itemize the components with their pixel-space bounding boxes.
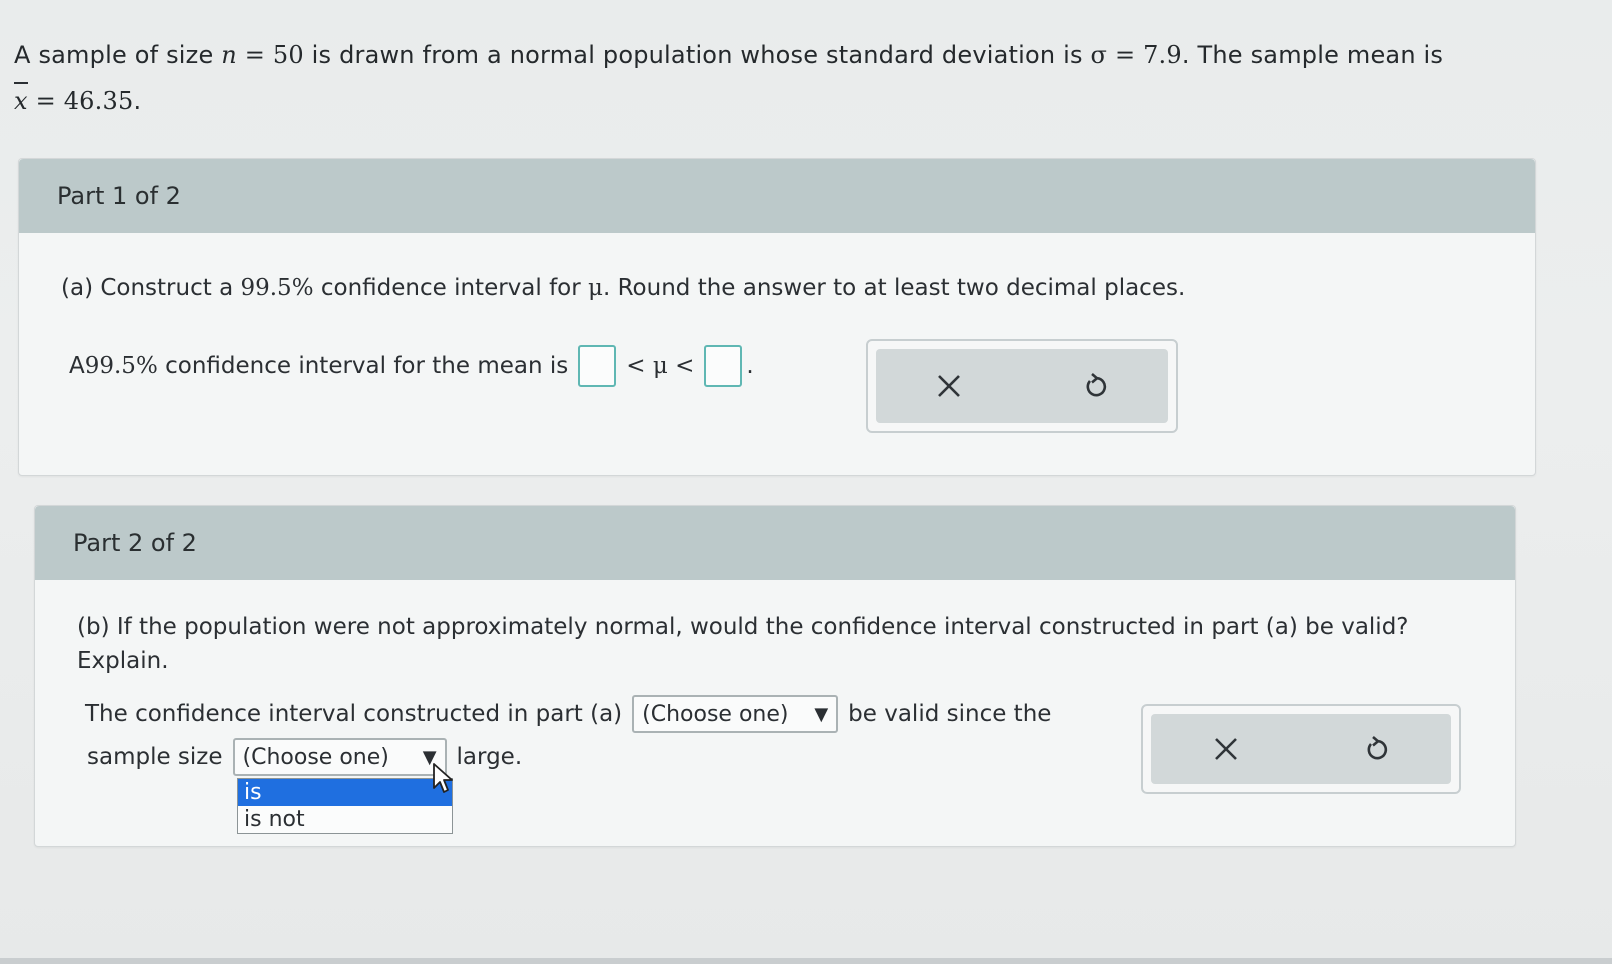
problem-text: is drawn from a normal population whose … <box>303 41 1091 69</box>
n-value: = 50 <box>236 41 304 69</box>
xbar-symbol: x <box>14 78 28 124</box>
xbar-value: = 46.35 <box>27 87 134 115</box>
lower-bound-input[interactable] <box>578 345 617 387</box>
mouse-pointer-icon <box>433 763 453 793</box>
answer-text: large. <box>456 744 523 770</box>
answer-text: A <box>69 353 85 379</box>
sample-size-select[interactable]: (Choose one) ▼ <box>232 738 447 776</box>
part-1-title: Part 1 of 2 <box>57 182 181 210</box>
chevron-down-icon: ▼ <box>814 703 829 725</box>
sample-size-dropdown-list: is is not <box>237 778 453 834</box>
answer-text: be valid since the <box>848 701 1052 727</box>
undo-icon <box>1086 373 1107 397</box>
part-2-action-bar <box>1151 714 1451 784</box>
clear-button[interactable] <box>1204 727 1248 771</box>
question-text: (b) If the population were not approxima… <box>77 614 1409 640</box>
problem-line-1: A sample of size n = 50 is drawn from a … <box>14 32 1574 78</box>
n-symbol: n <box>221 41 237 69</box>
close-icon <box>1215 738 1237 760</box>
problem-text: A sample of size <box>14 41 222 69</box>
select-value: (Choose one) <box>242 744 389 770</box>
dropdown-option-is[interactable]: is <box>238 779 452 806</box>
problem-statement: A sample of size n = 50 is drawn from a … <box>14 32 1574 124</box>
answer-text: confidence interval for the mean is <box>165 353 569 379</box>
sigma-symbol: σ <box>1090 41 1108 69</box>
problem-line-2: x = 46.35. <box>14 78 1574 124</box>
part-1-panel: Part 1 of 2 (a) Construct a 99.5% confid… <box>18 158 1536 476</box>
answer-text: sample size <box>87 744 223 770</box>
upper-bound-input[interactable] <box>704 345 743 387</box>
part-2-header: Part 2 of 2 <box>35 506 1515 580</box>
dropdown-option-is-not[interactable]: is not <box>238 806 452 833</box>
mu-symbol: μ <box>588 275 603 301</box>
part-1-answer-line: A 99.5% confidence interval for the mean… <box>69 343 754 389</box>
question-text: Explain. <box>77 648 169 674</box>
problem-text: . The sample mean is <box>1181 41 1444 69</box>
select-value: (Choose one) <box>642 701 789 727</box>
part-2-question: (b) If the population were not approxima… <box>77 610 1497 678</box>
part-2-title: Part 2 of 2 <box>73 529 197 557</box>
part-2-answer-line-1: The confidence interval constructed in p… <box>85 694 1051 734</box>
answer-text: The confidence interval constructed in p… <box>85 701 623 727</box>
part-2-action-panel <box>1141 704 1461 794</box>
problem-text: . <box>133 87 142 115</box>
confidence-level: 99.5% <box>240 275 314 301</box>
part-1-action-bar <box>876 349 1168 423</box>
part-1-action-panel <box>866 339 1178 433</box>
part-1-header: Part 1 of 2 <box>19 159 1535 233</box>
sigma-value: = 7.9 <box>1107 41 1182 69</box>
part-1-question: (a) Construct a 99.5% confidence interva… <box>61 271 1185 305</box>
part-2-answer-line-2: sample size (Choose one) ▼ large. <box>87 737 522 777</box>
validity-select[interactable]: (Choose one) ▼ <box>632 695 839 733</box>
answer-period: . <box>746 353 754 379</box>
close-icon <box>938 375 960 397</box>
question-text: confidence interval for <box>313 275 589 301</box>
undo-button[interactable] <box>1073 364 1117 408</box>
confidence-level: 99.5% <box>84 353 158 379</box>
clear-button[interactable] <box>927 364 971 408</box>
question-text: . Round the answer to at least two decim… <box>602 275 1186 301</box>
inequality-text: < μ < <box>626 353 695 379</box>
question-text: (a) Construct a <box>61 275 241 301</box>
bottom-edge <box>0 958 1612 964</box>
undo-button[interactable] <box>1354 727 1398 771</box>
undo-icon <box>1367 736 1388 760</box>
